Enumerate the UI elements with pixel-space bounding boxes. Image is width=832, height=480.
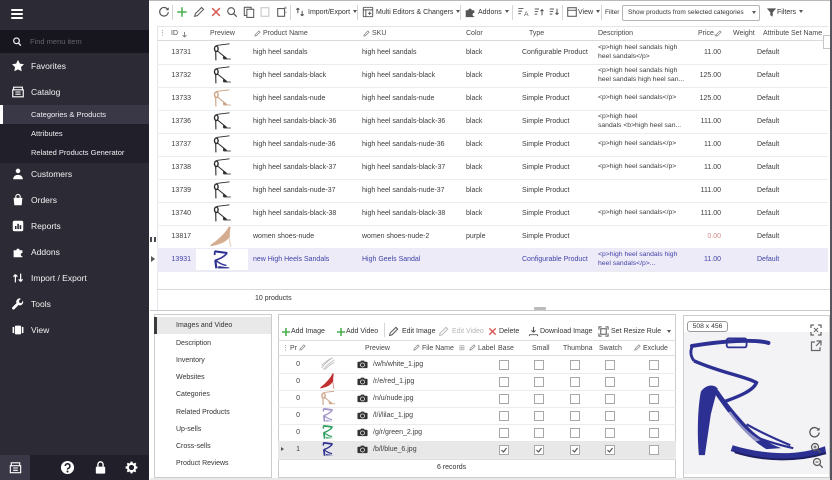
svg-text:A: A [524, 11, 529, 18]
